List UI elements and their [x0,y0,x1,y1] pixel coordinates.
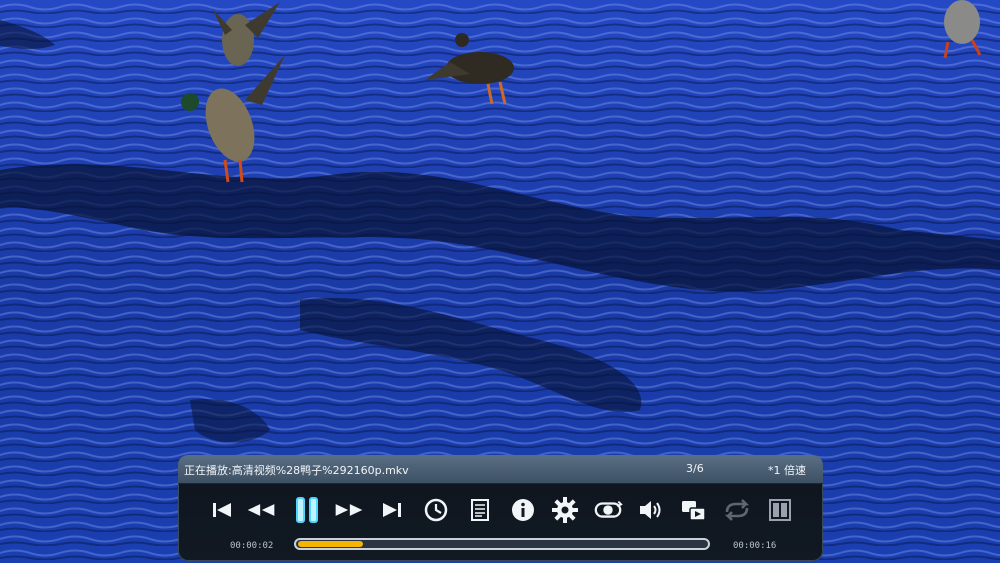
ab-repeat-icon [594,500,623,518]
previous-button[interactable] [207,494,237,526]
settings-button[interactable] [550,494,580,526]
aspect-ratio-icon [769,499,791,521]
control-buttons [178,494,823,528]
fast-forward-icon [335,504,363,516]
next-button[interactable] [377,494,407,526]
previous-track-icon [213,503,231,517]
now-playing-label: 正在播放: [184,464,232,477]
ab-repeat-button[interactable] [593,494,623,526]
seek-bar[interactable] [294,538,710,550]
repeat-disabled-icon [724,499,750,521]
pause-icon [296,497,318,523]
next-track-icon [383,503,401,517]
playback-speed: *1 倍速 [768,464,806,477]
elapsed-time: 00:00:02 [230,541,274,551]
playlist-button[interactable] [465,494,495,526]
subtitle-button[interactable] [679,494,709,526]
now-playing-bar: 正在播放:高清视频%28鸭子%292160p.mkv 3/6 *1 倍速 [178,455,823,484]
repeat-button[interactable] [722,494,752,526]
playlist-position: 3/6 [686,462,704,475]
info-button[interactable] [508,494,538,526]
rewind-button[interactable] [246,494,276,526]
volume-icon [640,501,661,519]
seek-bar-progress [298,541,363,547]
rewind-icon [247,504,275,516]
subtitle-switch-icon [682,501,706,521]
pause-button[interactable] [292,494,322,526]
now-playing-text: 正在播放:高清视频%28鸭子%292160p.mkv [184,462,409,478]
playlist-icon [471,499,489,521]
settings-gear-icon [552,497,578,523]
aspect-ratio-button[interactable] [765,494,795,526]
info-icon [512,499,534,521]
file-name: 高清视频%28鸭子%292160p.mkv [231,464,409,477]
clock-icon [424,498,448,522]
player-control-panel: 正在播放:高清视频%28鸭子%292160p.mkv 3/6 *1 倍速 00:… [178,455,823,561]
volume-button[interactable] [636,494,666,526]
fast-forward-button[interactable] [334,494,364,526]
total-duration: 00:00:16 [733,541,777,551]
time-seek-button[interactable] [421,494,451,526]
